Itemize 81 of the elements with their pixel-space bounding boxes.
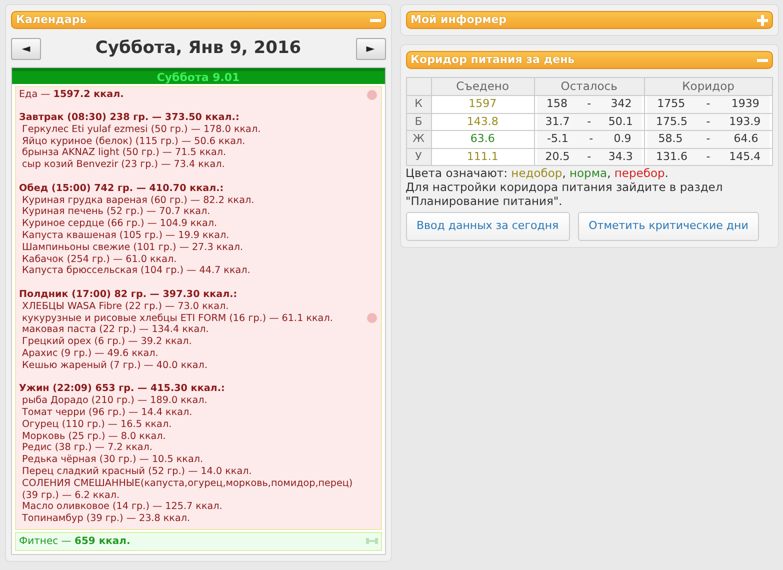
food-item: Геркулес Eti yulaf ezmesi (50 гр.) — 178.0 ккал. — [21, 124, 262, 136]
food-item: Кабачок (254 гр.) — 61.0 ккал. — [21, 254, 178, 266]
column-header: Коридор — [644, 78, 772, 96]
meal-title: Обед (15:00) 742 гр. — 410.70 ккал.: — [19, 182, 225, 195]
food-item: Кешью жареный (7 гр.) — 40.0 ккал. — [21, 360, 208, 372]
food-item: Редька чёрная (30 гр.) — 10.5 ккал. — [21, 454, 204, 466]
range-dash: - — [706, 114, 710, 130]
fitness-total: Фитнес — 659 ккал. — [19, 534, 130, 549]
food-item: кукурузные и рисовые хлебцы ETI FORM (16 гр.) — 61.1 ккал. — [21, 312, 334, 324]
expand-icon[interactable] — [757, 14, 768, 26]
food-item: Куриная печень (52 гр.) — 70.7 ккал. — [21, 206, 212, 218]
food-item: Томат черри (96 гр.) — 14.4 ккал. — [21, 407, 194, 419]
eaten-cell: 1597 — [431, 96, 534, 114]
range-value: 34.3 — [608, 148, 633, 165]
food-item: брынза AKNAZ light (50 гр.) — 71.5 ккал. — [21, 147, 228, 160]
food-item: Огурец (110 гр.) — 16.5 ккал. — [21, 418, 173, 431]
dumbbell-icon — [366, 537, 378, 546]
range-value: 158 — [546, 96, 568, 112]
range-dash: - — [706, 148, 710, 165]
food-item: Капуста квашеная (105 гр.) — 19.9 ккал. — [21, 230, 230, 242]
panel-title: Мой информер — [410, 12, 507, 28]
row-label: Б — [406, 113, 432, 131]
column-header: Осталось — [534, 78, 644, 96]
eaten-cell: 143.8 — [431, 113, 534, 131]
next-day-button[interactable]: ► — [356, 38, 386, 60]
food-item: Масло оливковое (14 гр.) — 125.7 ккал. — [21, 501, 224, 514]
color-legend: Цвета означают: недобор, норма, перебор. — [406, 166, 773, 180]
range-dash: - — [706, 96, 710, 112]
panel-title: Коридор питания за день — [410, 52, 575, 68]
range-value: 1755 — [657, 96, 686, 112]
food-total: Еда — 1597.2 ккал. — [19, 88, 125, 100]
food-item: Перец сладкий красный (52 гр.) — 14.0 ккал. — [21, 466, 253, 478]
range-value: 145.4 — [729, 148, 761, 165]
food-item: Капуста брюссельская (104 гр.) — 44.7 ккал. — [21, 265, 252, 278]
action-button[interactable]: Ввод данных за сегодня — [406, 212, 570, 241]
day-header: Суббота 9.01 — [12, 68, 385, 84]
meal-title: Полдник (17:00) 82 гр. — 397.30 ккал.: — [19, 289, 238, 301]
range-value: 193.9 — [729, 114, 761, 130]
food-item: рыба Дорадо (210 гр.) — 189.0 ккал. — [21, 395, 208, 408]
food-item: Редис (38 гр.) — 7.2 ккал. — [21, 442, 154, 454]
range-value: 131.6 — [656, 148, 688, 165]
panel-title: Календарь — [16, 12, 87, 28]
food-item: Яйцо куриное (белок) (115 гр.) — 50.6 ккал. — [21, 136, 246, 148]
row-label: Ж — [406, 130, 432, 148]
settings-note: Для настройки коридора питания зайдите в раздел "Планирование питания". — [406, 180, 724, 208]
food-item: маковая паста (22 гр.) — 134.4 ккал. — [21, 324, 210, 336]
range-dash: - — [587, 114, 592, 130]
food-item: сыр козий Benvezir (23 гр.) — 73.4 ккал. — [21, 159, 226, 172]
range-dash: - — [587, 148, 592, 165]
row-label: У — [406, 148, 432, 166]
food-item: Шампиньоны свежие (101 гр.) — 27.3 ккал. — [21, 242, 244, 254]
food-item: Топинамбур (39 гр.) — 23.8 ккал. — [21, 513, 192, 525]
range-value: 342 — [610, 96, 632, 112]
range-value: -5.1 — [546, 131, 568, 148]
meal-title: Завтрак (08:30) 238 гр. — 373.50 ккал.: — [19, 112, 240, 124]
range-dash: - — [589, 131, 594, 148]
food-item: Арахис (9 гр.) — 49.6 ккал. — [21, 348, 160, 360]
date-title: Суббота, Янв 9, 2016 — [95, 37, 302, 60]
range-value: 0.9 — [614, 131, 632, 148]
previous-day-button[interactable]: ◄ — [11, 38, 41, 60]
meal-title: Ужин (22:09) 653 гр. — 415.30 ккал.: — [19, 383, 226, 396]
range-value: 175.5 — [656, 114, 688, 130]
food-item: Морковь (25 гр.) — 8.0 ккал. — [21, 430, 167, 442]
column-header: Съедено — [431, 78, 534, 96]
action-button[interactable]: Отметить критические дни — [578, 212, 760, 241]
range-value: 31.7 — [545, 114, 570, 130]
row-label: К — [406, 96, 432, 114]
range-dash: - — [587, 96, 592, 112]
range-value: 20.5 — [545, 148, 570, 165]
food-item: СОЛЕНИЯ СМЕШАННЫЕ(капуста,огурец,морковь,помидор,перец) (39 гр.) — 6.2 ккал. — [21, 478, 354, 502]
range-value: 50.1 — [608, 114, 633, 130]
range-value: 58.5 — [658, 131, 683, 148]
range-value: 64.6 — [734, 131, 758, 148]
eaten-cell: 111.1 — [431, 148, 534, 166]
food-item: Куриное сердце (66 гр.) — 104.9 ккал. — [21, 218, 218, 230]
food-item: Грецкий орех (6 гр.) — 39.2 ккал. — [21, 336, 193, 348]
range-value: 1939 — [731, 96, 760, 112]
food-item: ХЛЕБЦЫ WASA Fibre (22 гр.) — 73.0 ккал. — [21, 300, 230, 313]
food-item: Куриная грудка вареная (60 гр.) — 82.2 ккал. — [21, 194, 256, 206]
eaten-cell: 63.6 — [431, 130, 534, 148]
range-dash: - — [706, 131, 710, 148]
